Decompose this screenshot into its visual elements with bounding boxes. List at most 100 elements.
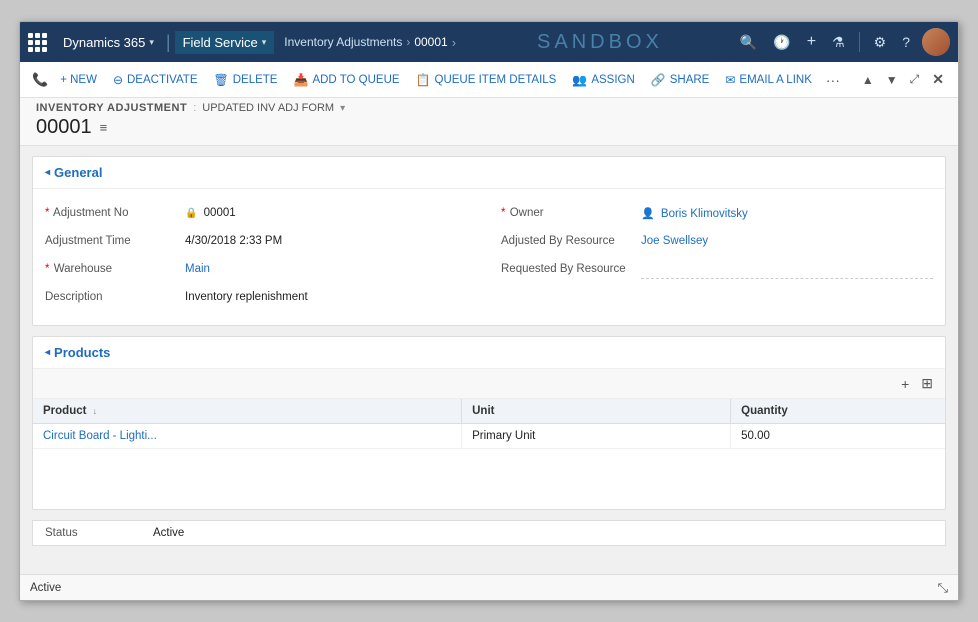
owner-value[interactable]: 👤 Boris Klimovitsky	[641, 205, 933, 220]
help-nav-button[interactable]: ?	[898, 30, 914, 54]
grid-view-button[interactable]: ⊞	[917, 373, 937, 394]
share-icon: 🔗	[651, 73, 666, 87]
filter-nav-button[interactable]: ⚗	[828, 30, 849, 55]
general-right-col: * Owner 👤 Boris Klimovitsky Adjusted By …	[489, 197, 945, 317]
phone-icon: 📞	[28, 68, 52, 92]
close-button[interactable]: ✕	[926, 67, 950, 92]
warehouse-value[interactable]: Main	[185, 261, 477, 275]
brand-chevron: ▾	[149, 37, 154, 48]
command-bar: 📞 + NEW ⊖ DEACTIVATE 🗑 DELETE 📥 ADD TO Q…	[20, 62, 958, 98]
module-label: Field Service	[183, 35, 258, 50]
add-to-queue-label: ADD TO QUEUE	[312, 74, 399, 86]
bottom-status-value: Active	[30, 582, 61, 594]
user-avatar[interactable]	[922, 28, 950, 56]
field-adjustment-no: * Adjustment No 🔒 00001	[45, 201, 477, 229]
product-cell[interactable]: Circuit Board - Lighti...	[33, 424, 462, 449]
adjustment-no-label: * Adjustment No	[45, 205, 185, 219]
brand-label: Dynamics 365	[63, 35, 145, 50]
bottom-bar: Active ⤡	[20, 574, 958, 600]
assign-button[interactable]: 👥 ASSIGN	[564, 69, 642, 91]
history-nav-button[interactable]: 🕐	[769, 30, 794, 55]
nav-right: 🔍 🕐 + ⚗ ⚙ ?	[736, 28, 950, 56]
nav-up-button[interactable]: ▲	[857, 69, 879, 91]
queue-icon: 📥	[293, 73, 308, 87]
search-nav-button[interactable]: 🔍	[736, 30, 761, 55]
record-title-row: INVENTORY ADJUSTMENT : UPDATED INV ADJ F…	[36, 102, 942, 114]
field-description: Description Inventory replenishment	[45, 285, 477, 313]
record-options-button[interactable]: ≡	[100, 120, 108, 135]
record-separator: :	[193, 102, 196, 114]
general-collapse-icon: ◂	[45, 167, 50, 178]
nav-down-button[interactable]: ▼	[881, 69, 903, 91]
record-id: 00001	[36, 116, 92, 139]
general-left-col: * Adjustment No 🔒 00001 Adjustment Time …	[33, 197, 489, 317]
apps-menu-button[interactable]	[28, 33, 47, 52]
bottom-expand-icon[interactable]: ⤡	[938, 580, 948, 596]
field-adjustment-time: Adjustment Time 4/30/2018 2:33 PM	[45, 229, 477, 257]
assign-label: ASSIGN	[591, 74, 634, 86]
delete-icon: 🗑	[214, 73, 229, 87]
person-icon-owner: 👤	[641, 208, 655, 220]
main-content: ◂ General * Adjustment No 🔒 00001	[20, 146, 958, 574]
status-value: Active	[153, 527, 184, 539]
expand-button[interactable]: ⤢	[905, 68, 925, 91]
add-to-queue-button[interactable]: 📥 ADD TO QUEUE	[285, 69, 407, 91]
general-section-body: * Adjustment No 🔒 00001 Adjustment Time …	[33, 189, 945, 325]
command-bar-right: ▲ ▼ ⤢ ✕	[857, 67, 950, 92]
more-commands-button[interactable]: ···	[820, 68, 846, 92]
breadcrumb-current: 00001	[414, 35, 447, 49]
col-product: Product ↓	[33, 399, 462, 424]
share-button[interactable]: 🔗 SHARE	[643, 69, 718, 91]
lock-icon: 🔒	[185, 208, 197, 219]
add-product-button[interactable]: +	[897, 374, 913, 394]
sort-product-icon[interactable]: ↓	[93, 406, 98, 416]
new-nav-button[interactable]: +	[803, 29, 820, 55]
bottom-right: ⤡	[938, 580, 948, 596]
record-header: INVENTORY ADJUSTMENT : UPDATED INV ADJ F…	[20, 98, 958, 146]
field-warehouse: * Warehouse Main	[45, 257, 477, 285]
products-toolbar: + ⊞	[33, 369, 945, 399]
grid-empty-row	[33, 449, 945, 509]
status-label: Status	[45, 527, 145, 539]
nav-divider: |	[166, 32, 171, 53]
deactivate-label: DEACTIVATE	[127, 74, 198, 86]
adjustment-time-value: 4/30/2018 2:33 PM	[185, 233, 477, 247]
adjustment-time-label: Adjustment Time	[45, 233, 185, 247]
email-link-button[interactable]: ✉ EMAIL A LINK	[717, 69, 820, 91]
products-collapse-icon[interactable]: ◂	[45, 347, 50, 358]
products-section-header: ◂ Products	[33, 337, 945, 369]
col-quantity: Quantity	[731, 399, 945, 424]
products-section-title: Products	[54, 345, 110, 360]
table-row: Circuit Board - Lighti... Primary Unit 5…	[33, 424, 945, 449]
quantity-cell: 50.00	[731, 424, 945, 449]
adjusted-by-label: Adjusted By Resource	[501, 233, 641, 247]
new-button[interactable]: + NEW	[52, 70, 105, 90]
top-navigation: Dynamics 365 ▾ | Field Service ▾ Invento…	[20, 22, 958, 62]
breadcrumb-forward: ›	[452, 35, 456, 50]
app-window: Dynamics 365 ▾ | Field Service ▾ Invento…	[19, 21, 959, 601]
delete-label: DELETE	[233, 74, 278, 86]
description-value: Inventory replenishment	[185, 289, 477, 303]
module-chevron: ▾	[262, 37, 267, 48]
deactivate-button[interactable]: ⊖ DEACTIVATE	[105, 69, 206, 91]
form-dropdown-icon[interactable]: ▾	[340, 103, 345, 114]
breadcrumb-parent[interactable]: Inventory Adjustments	[284, 35, 402, 49]
unit-cell: Primary Unit	[462, 424, 731, 449]
products-grid: Product ↓ Unit Quantity Circuit Board - …	[33, 399, 945, 509]
products-section: ◂ Products + ⊞ Product ↓ Unit	[32, 336, 946, 510]
field-owner: * Owner 👤 Boris Klimovitsky	[501, 201, 933, 229]
form-title: UPDATED INV ADJ FORM	[202, 102, 334, 114]
dynamics-brand-button[interactable]: Dynamics 365 ▾	[55, 31, 162, 54]
general-section: ◂ General * Adjustment No 🔒 00001	[32, 156, 946, 326]
general-section-header[interactable]: ◂ General	[33, 157, 945, 189]
col-quantity-label: Quantity	[741, 405, 788, 417]
queue-item-details-button[interactable]: 📋 QUEUE ITEM DETAILS	[408, 69, 565, 91]
adjusted-by-value[interactable]: Joe Swellsey	[641, 233, 933, 247]
required-star-owner: *	[501, 207, 505, 219]
share-label: SHARE	[670, 74, 710, 86]
settings-nav-button[interactable]: ⚙	[870, 30, 891, 55]
delete-button[interactable]: 🗑 DELETE	[206, 69, 286, 91]
col-unit: Unit	[462, 399, 731, 424]
module-button[interactable]: Field Service ▾	[175, 31, 275, 54]
status-row: Status Active	[45, 527, 933, 539]
